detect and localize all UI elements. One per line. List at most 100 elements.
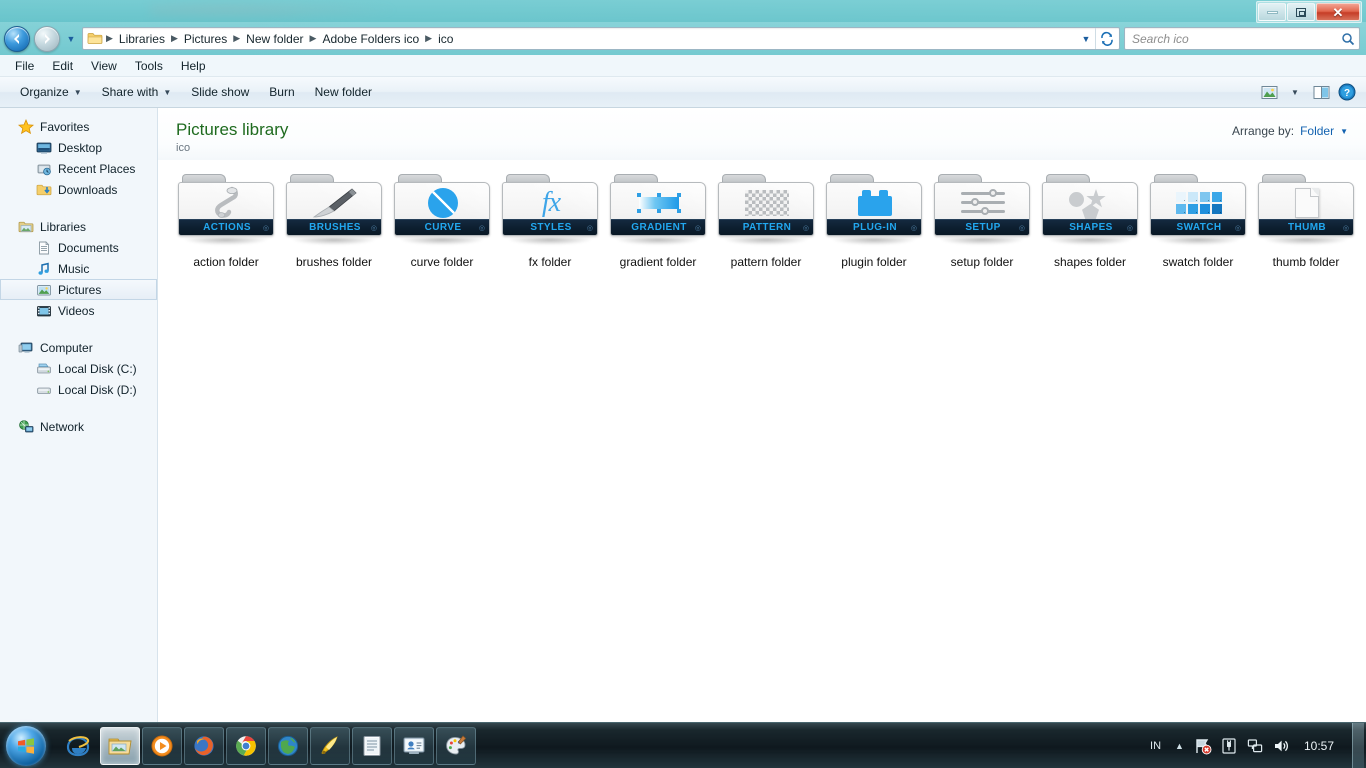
- adobe-folder-icon-setup: SETUP ◎: [934, 174, 1030, 246]
- show-hidden-icons-button[interactable]: ▲: [1173, 741, 1186, 751]
- file-item-shapes-folder[interactable]: SHAPES ◎ shapes folder: [1036, 170, 1144, 275]
- file-item-curve-folder[interactable]: CURVE ◎ curve folder: [388, 170, 496, 275]
- folder-badge-label: GRADIENT: [631, 222, 687, 233]
- folder-badge-dot: ◎: [1234, 224, 1241, 232]
- taskbar-chrome[interactable]: [226, 726, 266, 765]
- sidebar-item-downloads[interactable]: Downloads: [0, 179, 157, 200]
- sidebar-item-desktop[interactable]: Desktop: [0, 137, 157, 158]
- sidebar-item-computer[interactable]: Computer: [0, 337, 157, 358]
- sidebar-item-documents[interactable]: Documents: [0, 237, 157, 258]
- breadcrumb[interactable]: ▶ Libraries ▶ Pictures ▶ New folder ▶ Ad…: [82, 27, 1120, 50]
- sidebar-item-local-disk-d[interactable]: Local Disk (D:): [0, 379, 157, 400]
- help-button[interactable]: ?: [1334, 81, 1360, 103]
- folder-badge-dot: ◎: [910, 224, 917, 232]
- taskbar-firefox[interactable]: [184, 726, 224, 765]
- action-center-icon[interactable]: [1194, 737, 1212, 755]
- back-button[interactable]: [4, 25, 30, 52]
- search-box[interactable]: [1124, 27, 1360, 50]
- menu-file[interactable]: File: [6, 56, 43, 76]
- network-icon[interactable]: [1246, 737, 1264, 755]
- sidebar-item-libraries[interactable]: Libraries: [0, 216, 157, 237]
- arrange-by-value[interactable]: Folder: [1300, 124, 1334, 138]
- sidebar-item-network[interactable]: Network: [0, 416, 157, 437]
- taskbar-media-player[interactable]: [142, 726, 182, 765]
- burn-button[interactable]: Burn: [259, 81, 304, 103]
- taskbar-notepad[interactable]: [352, 726, 392, 765]
- sidebar-item-pictures[interactable]: Pictures: [0, 279, 157, 300]
- action-scroll-icon: [179, 185, 273, 221]
- sidebar-item-music[interactable]: Music: [0, 258, 157, 279]
- breadcrumb-separator: ▶: [170, 33, 178, 43]
- taskbar-paint[interactable]: [436, 726, 476, 765]
- file-item-fx-folder[interactable]: fx STYLES ◎ fx folder: [496, 170, 604, 275]
- breadcrumb-item-ico[interactable]: ico: [433, 30, 458, 48]
- new-folder-button[interactable]: New folder: [305, 81, 382, 103]
- share-with-button[interactable]: Share with ▼: [92, 81, 182, 103]
- view-options-icon: [1261, 85, 1277, 99]
- taskbar-utility-yellow[interactable]: [310, 726, 350, 765]
- breadcrumb-item-new-folder[interactable]: New folder: [241, 30, 308, 48]
- refresh-button[interactable]: [1095, 28, 1117, 49]
- sidebar-item-videos[interactable]: Videos: [0, 300, 157, 321]
- file-item-gradient-folder[interactable]: GRADIENT ◎ gradient folder: [604, 170, 712, 275]
- page-subtitle: ico: [176, 142, 191, 154]
- sidebar-item-local-disk-c[interactable]: Local Disk (C:): [0, 358, 157, 379]
- pictures-icon: [36, 282, 52, 298]
- file-item-label: fx folder: [528, 255, 572, 269]
- start-button[interactable]: [2, 724, 50, 768]
- clock[interactable]: 10:57: [1298, 723, 1344, 768]
- media-player-icon: [151, 735, 173, 756]
- show-desktop-button[interactable]: [1352, 722, 1364, 768]
- nav-group-computer: Computer Local Disk (C:) Local Disk (D:): [0, 337, 157, 400]
- recent-pages-dropdown[interactable]: ▼: [64, 34, 78, 44]
- swatch-grid-icon: [1151, 185, 1245, 221]
- volume-icon[interactable]: [1272, 737, 1290, 755]
- preview-pane-button[interactable]: [1308, 81, 1334, 103]
- file-item-label: shapes folder: [1053, 255, 1127, 269]
- document-page-icon: [1259, 185, 1353, 221]
- system-tray: IN ▲ 10:57: [1146, 722, 1366, 768]
- file-item-brushes-folder[interactable]: BRUSHES ◎ brushes folder: [280, 170, 388, 275]
- taskbar-browser-earth[interactable]: [268, 726, 308, 765]
- menu-tools[interactable]: Tools: [126, 56, 172, 76]
- device-icon[interactable]: [1220, 737, 1238, 755]
- file-item-label: plugin folder: [841, 255, 907, 269]
- menu-edit[interactable]: Edit: [43, 56, 82, 76]
- file-item-plugin-folder[interactable]: PLUG-IN ◎ plugin folder: [820, 170, 928, 275]
- file-item-swatch-folder[interactable]: SWATCH ◎ swatch folder: [1144, 170, 1252, 275]
- file-item-thumb-folder[interactable]: THUMB ◎ thumb folder: [1252, 170, 1360, 275]
- file-item-label: swatch folder: [1162, 255, 1234, 269]
- sidebar-label: Videos: [58, 303, 95, 318]
- menu-help[interactable]: Help: [172, 56, 215, 76]
- minimize-button[interactable]: [1258, 3, 1286, 21]
- internet-explorer-icon: [66, 735, 90, 756]
- breadcrumb-history-dropdown[interactable]: ▼: [1077, 34, 1095, 44]
- arrange-by-control[interactable]: Arrange by: Folder ▼: [1232, 124, 1348, 138]
- taskbar-internet-explorer[interactable]: [58, 727, 98, 765]
- view-options-caret[interactable]: ▼: [1282, 81, 1308, 103]
- file-item-action-folder[interactable]: ACTIONS ◎ action folder: [172, 170, 280, 275]
- slide-show-button[interactable]: Slide show: [181, 81, 259, 103]
- forward-button[interactable]: [34, 25, 60, 52]
- breadcrumb-item-pictures[interactable]: Pictures: [179, 30, 232, 48]
- file-item-pattern-folder[interactable]: PATTERN ◎ pattern folder: [712, 170, 820, 275]
- nav-group-network: Network: [0, 416, 157, 437]
- close-button[interactable]: ✕: [1316, 3, 1360, 21]
- menu-view[interactable]: View: [82, 56, 126, 76]
- system-drive-icon: [36, 361, 52, 377]
- taskbar-contacts[interactable]: [394, 726, 434, 765]
- sidebar-item-recent-places[interactable]: Recent Places: [0, 158, 157, 179]
- file-item-setup-folder[interactable]: SETUP ◎ setup folder: [928, 170, 1036, 275]
- language-indicator[interactable]: IN: [1146, 740, 1165, 752]
- breadcrumb-item-adobe-folders-ico[interactable]: Adobe Folders ico: [317, 30, 424, 48]
- organize-button[interactable]: Organize ▼: [10, 81, 92, 103]
- file-item-label: action folder: [193, 255, 259, 269]
- restore-button[interactable]: [1287, 3, 1315, 21]
- file-item-label: gradient folder: [619, 255, 697, 269]
- search-input[interactable]: [1132, 31, 1341, 46]
- command-toolbar: Organize ▼ Share with ▼ Slide show Burn …: [0, 77, 1366, 108]
- taskbar-windows-explorer[interactable]: [100, 726, 140, 765]
- view-options-button[interactable]: [1256, 81, 1282, 103]
- sidebar-item-favorites[interactable]: Favorites: [0, 116, 157, 137]
- breadcrumb-item-libraries[interactable]: Libraries: [114, 30, 170, 48]
